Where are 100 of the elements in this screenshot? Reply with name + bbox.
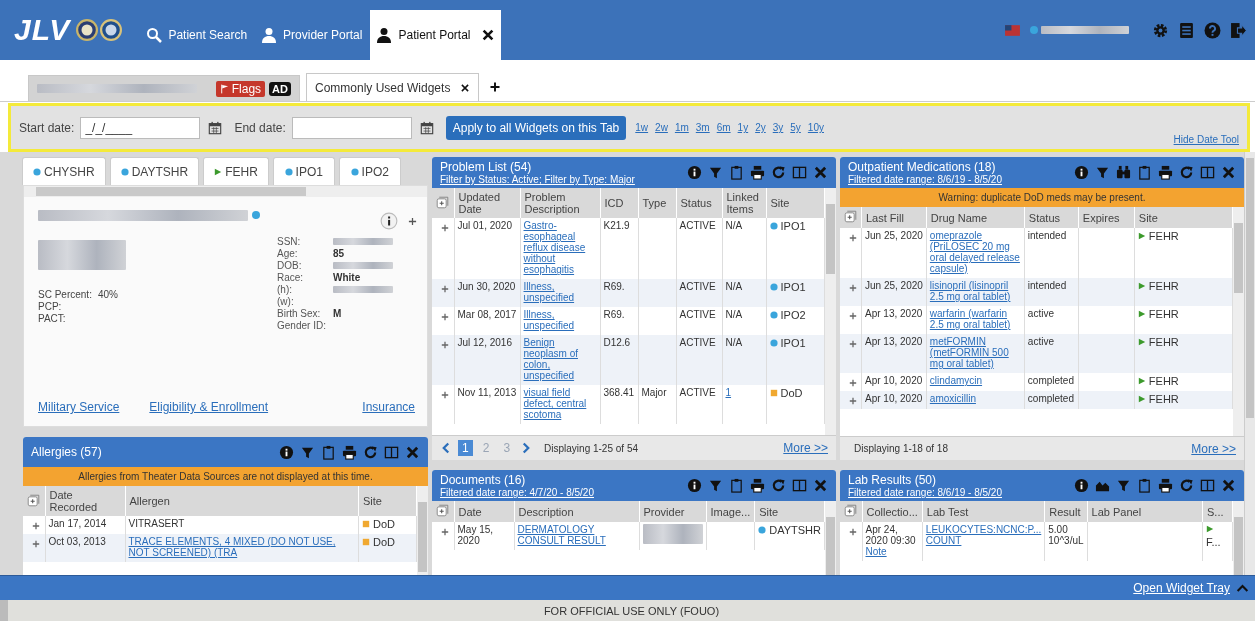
add-icon[interactable] (408, 216, 417, 226)
clipboard-icon[interactable] (729, 165, 744, 180)
expand-icon[interactable] (848, 284, 857, 293)
column-header[interactable]: Provider (639, 501, 706, 523)
column-header[interactable]: S... (1202, 501, 1233, 523)
refresh-icon[interactable] (771, 165, 786, 180)
columns-icon[interactable] (384, 444, 399, 460)
help-icon[interactable] (1204, 21, 1221, 39)
list-icon[interactable] (1178, 21, 1195, 39)
source-tab[interactable]: CHYSHR (22, 157, 106, 185)
column-header[interactable]: Collectio... (862, 501, 923, 523)
clipboard-icon[interactable] (321, 444, 336, 460)
date-input-field[interactable]: _/_/____ (80, 116, 201, 139)
expand-all-icon[interactable] (844, 210, 857, 223)
refresh-icon[interactable] (1179, 478, 1194, 493)
more-link[interactable]: More >> (783, 441, 828, 455)
column-header[interactable]: Linked Items (722, 188, 766, 219)
calendar-icon[interactable] (419, 120, 434, 135)
column-header[interactable]: Date Recorded (45, 486, 125, 517)
column-header[interactable]: Status (676, 188, 722, 219)
refresh-icon[interactable] (1179, 165, 1194, 180)
column-header[interactable]: Allergen (125, 486, 359, 517)
expand-icon[interactable] (848, 397, 857, 406)
expand-icon[interactable] (31, 522, 40, 531)
columns-icon[interactable] (792, 478, 807, 493)
expand-icon[interactable] (848, 312, 857, 321)
expand-all-header[interactable] (840, 207, 862, 229)
columns-icon[interactable] (1200, 165, 1215, 180)
column-header[interactable]: Status (1024, 207, 1079, 229)
date-input-field[interactable] (291, 116, 412, 139)
print-icon[interactable] (1158, 478, 1173, 493)
workspace-tab[interactable]: Commonly Used Widgets (306, 73, 480, 101)
expand-all-icon[interactable] (436, 195, 449, 209)
hide-date-tool-link[interactable]: Hide Date Tool (1173, 134, 1239, 145)
portal-tab[interactable]: Patient Search (140, 10, 254, 60)
filter-link[interactable]: Filtered date range: 4/7/20 - 8/5/20 (440, 487, 687, 498)
expand-all-icon[interactable] (844, 504, 857, 517)
source-tab[interactable]: IPO2 (338, 157, 401, 185)
info-icon[interactable] (687, 165, 702, 180)
expand-icon[interactable] (440, 391, 449, 400)
columns-icon[interactable] (792, 165, 807, 180)
source-tab[interactable]: FEHR (203, 157, 269, 185)
range-link[interactable]: 1y (737, 122, 749, 133)
record-link[interactable]: LEUKOCYTES:NCNC:P... COUNT (925, 524, 1042, 547)
record-link[interactable]: warfarin (warfarin 2.5 mg oral tablet) (929, 308, 1021, 331)
filter-icon[interactable] (708, 165, 723, 180)
card-link[interactable]: Insurance (362, 400, 415, 414)
expand-all-header[interactable] (432, 501, 454, 523)
filter-icon[interactable] (708, 478, 723, 493)
expand-all-header[interactable] (23, 486, 45, 517)
column-header[interactable]: Image... (706, 501, 755, 523)
apply-button[interactable]: Apply to all Widgets on this Tab (445, 115, 627, 140)
note-link[interactable]: Note (865, 546, 919, 558)
expand-all-icon[interactable] (436, 504, 449, 517)
column-header[interactable]: Updated Date (454, 188, 520, 219)
clipboard-icon[interactable] (729, 478, 744, 493)
expand-icon[interactable] (440, 528, 449, 537)
expand-all-header[interactable] (840, 501, 862, 523)
scrollbar[interactable] (825, 188, 836, 435)
column-header[interactable]: Site (754, 501, 825, 523)
page-link[interactable]: 1 (458, 440, 473, 456)
filter-link[interactable]: Filtered date range: 8/6/19 - 8/5/20 (848, 174, 1074, 185)
close-icon[interactable] (480, 28, 495, 42)
expand-icon[interactable] (848, 528, 857, 537)
record-link[interactable]: Illness, unspecified (523, 309, 597, 332)
open-widget-tray-link[interactable]: Open Widget Tray (1133, 581, 1230, 595)
close-icon[interactable] (460, 82, 471, 93)
refresh-icon[interactable] (771, 478, 786, 493)
filter-icon[interactable] (1095, 165, 1110, 180)
column-header[interactable]: Drug Name (926, 207, 1025, 229)
print-icon[interactable] (342, 444, 357, 460)
filter-icon[interactable] (1116, 478, 1131, 493)
expand-icon[interactable] (848, 234, 857, 243)
column-header[interactable]: Result (1044, 501, 1088, 523)
expand-icon[interactable] (440, 341, 449, 350)
filter-link[interactable]: Filtered date range: 8/6/19 - 8/5/20 (848, 487, 1074, 498)
expand-icon[interactable] (440, 224, 449, 233)
add-icon[interactable] (489, 81, 502, 93)
scrollbar[interactable] (1233, 207, 1244, 436)
expand-all-header[interactable] (432, 188, 454, 219)
source-tab[interactable]: DAYTSHR (109, 157, 200, 185)
range-link[interactable]: 1m (674, 122, 689, 133)
column-header[interactable]: Date (454, 501, 514, 523)
print-icon[interactable] (1158, 165, 1173, 180)
range-link[interactable]: 3y (772, 122, 784, 133)
binoculars-icon[interactable] (1116, 165, 1131, 180)
tab-label[interactable]: Commonly Used Widgets (315, 80, 451, 95)
column-header[interactable]: Lab Test (922, 501, 1045, 523)
card-link[interactable]: Eligibility & Enrollment (149, 400, 269, 414)
range-link[interactable]: 3m (695, 122, 710, 133)
portal-tab[interactable]: Patient Portal (370, 10, 501, 60)
info-icon[interactable] (380, 212, 398, 230)
column-header[interactable]: ICD (600, 188, 638, 219)
chevron-left-icon[interactable] (440, 442, 452, 454)
clipboard-icon[interactable] (1137, 478, 1152, 493)
expand-icon[interactable] (848, 340, 857, 349)
range-link[interactable]: 2w (655, 122, 668, 133)
column-header[interactable]: Expires (1078, 207, 1135, 229)
range-link[interactable]: 2y (755, 122, 766, 133)
record-link[interactable]: 1 (725, 387, 763, 399)
